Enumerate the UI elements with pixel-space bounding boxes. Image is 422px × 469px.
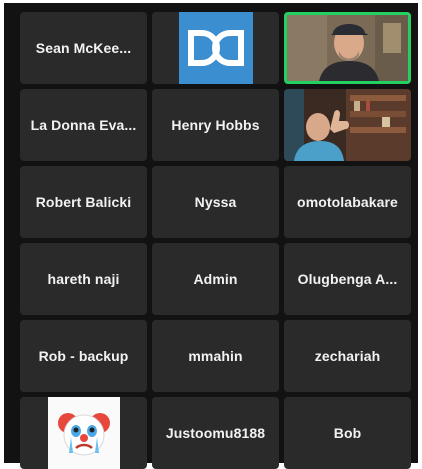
participant-tile-henry-hobbs[interactable]: Henry Hobbs — [152, 89, 279, 161]
participant-tile-mmahin[interactable]: mmahin — [152, 320, 279, 392]
participant-tile-justoomu8188[interactable]: Justoomu8188 — [152, 397, 279, 469]
dolby-logo-icon — [178, 12, 253, 84]
crying-clown-avatar-icon — [47, 397, 120, 469]
participant-name: zechariah — [314, 348, 381, 364]
video-feed-man-cap — [287, 15, 408, 81]
participant-name: Rob - backup — [38, 348, 129, 364]
participant-name: Nyssa — [194, 194, 237, 210]
participant-grid: Sean McKee... La Donna Eva... Henry Hobb… — [20, 12, 416, 469]
participant-tile-zechariah[interactable]: zechariah — [284, 320, 411, 392]
participant-name: Sean McKee... — [35, 40, 132, 56]
participant-tile-rob-backup[interactable]: Rob - backup — [20, 320, 147, 392]
dolby-logo-glyph — [187, 30, 244, 66]
participant-name: Bob — [333, 425, 362, 441]
participant-tile-sean-mckee[interactable]: Sean McKee... — [20, 12, 147, 84]
participant-name: Henry Hobbs — [171, 117, 260, 133]
participant-tile-clown-avatar[interactable] — [20, 397, 147, 469]
participant-tile-olugbenga[interactable]: Olugbenga A... — [284, 243, 411, 315]
participant-name: omotolabakare — [297, 194, 398, 210]
participant-tile-hareth-naji[interactable]: hareth naji — [20, 243, 147, 315]
participant-name: hareth naji — [47, 271, 120, 287]
participant-name: Olugbenga A... — [297, 271, 398, 287]
participant-tile-admin[interactable]: Admin — [152, 243, 279, 315]
participant-tile-la-donna[interactable]: La Donna Eva... — [20, 89, 147, 161]
participant-name: Admin — [193, 271, 238, 287]
clown-face-glyph — [57, 413, 110, 456]
participant-tile-bob[interactable]: Bob — [284, 397, 411, 469]
participant-name: Robert Balicki — [35, 194, 132, 210]
participant-name: mmahin — [188, 348, 243, 364]
participant-tile-active-speaker[interactable] — [284, 12, 411, 84]
video-feed-thumbs-up — [284, 89, 411, 161]
participant-name: La Donna Eva... — [30, 117, 137, 133]
participant-tile-nyssa[interactable]: Nyssa — [152, 166, 279, 238]
participant-name: Justoomu8188 — [165, 425, 266, 441]
meeting-gallery-view: Sean McKee... La Donna Eva... Henry Hobb… — [4, 3, 418, 469]
participant-tile-robert-balicki[interactable]: Robert Balicki — [20, 166, 147, 238]
participant-tile-omotolabakare[interactable]: omotolabakare — [284, 166, 411, 238]
participant-tile-video-thumbs-up[interactable] — [284, 89, 411, 161]
participant-tile-dolby[interactable] — [152, 12, 279, 84]
